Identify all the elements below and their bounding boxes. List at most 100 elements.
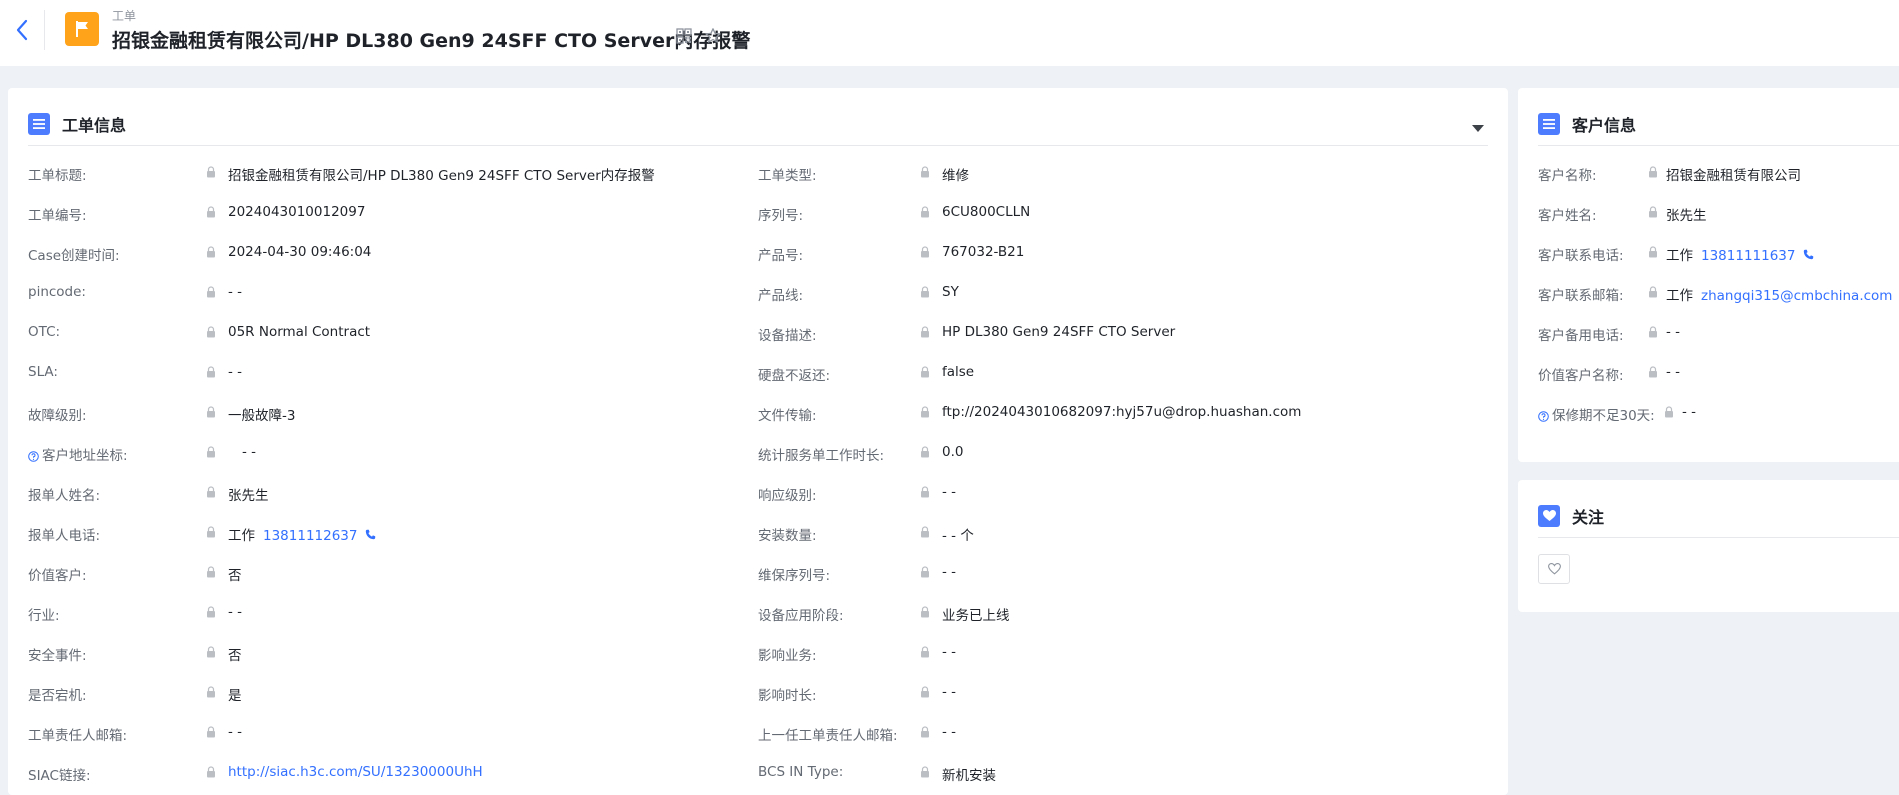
list-icon <box>1538 113 1560 135</box>
lock-icon <box>920 246 930 262</box>
lock-icon <box>920 286 930 302</box>
lock-icon <box>920 606 930 622</box>
info-field: Case创建时间: 2024-04-30 09:46:04 <box>28 243 728 264</box>
lock-icon <box>1648 166 1658 182</box>
lock-icon <box>920 646 930 662</box>
field-value-text: 2024043010012097 <box>228 204 366 220</box>
phone-type-label: 工作 <box>1666 288 1693 304</box>
field-label-text: 是否宕机: <box>28 688 87 704</box>
field-value: - - <box>942 684 956 700</box>
field-value: - - <box>942 644 956 660</box>
field-label-text: 产品线: <box>758 288 804 304</box>
help-circle-icon[interactable] <box>28 450 39 466</box>
card-divider <box>1538 537 1899 538</box>
field-label-text: pincode: <box>28 284 86 300</box>
field-label: SIAC链接: <box>28 764 91 784</box>
field-label-text: 序列号: <box>758 208 804 224</box>
field-value: 767032-B21 <box>942 244 1024 260</box>
card-title: 工单信息 <box>62 116 127 135</box>
field-label-text: 工单标题: <box>28 168 87 184</box>
field-label-text: 客户联系邮箱: <box>1538 288 1624 304</box>
lock-icon <box>1648 326 1658 342</box>
field-label: pincode: <box>28 284 86 300</box>
field-label-text: OTC: <box>28 324 61 340</box>
field-value[interactable]: 工作 13811111637 <box>1666 244 1814 264</box>
info-field: 硬盘不返还: false <box>758 363 1478 384</box>
field-label-text: 维保序列号: <box>758 568 831 584</box>
customer-info-header: 客户信息 <box>1538 110 1636 138</box>
field-link[interactable]: http://siac.h3c.com/SU/13230000UhH <box>228 764 483 780</box>
field-label: 行业: <box>28 604 60 624</box>
field-label-text: 安全事件: <box>28 648 87 664</box>
field-value-text: 否 <box>228 568 242 584</box>
field-label: 产品线: <box>758 284 803 304</box>
field-label: BCS IN Type: <box>758 764 843 780</box>
phone-icon[interactable] <box>365 528 376 544</box>
card-title: 客户信息 <box>1572 116 1637 135</box>
follow-card: 关注 <box>1518 480 1899 612</box>
field-label: 是否宕机: <box>28 684 87 704</box>
field-label-text: 客户备用电话: <box>1538 328 1624 344</box>
star-icon[interactable] <box>704 27 722 49</box>
field-value: - - <box>942 484 956 500</box>
field-label: 客户地址坐标: <box>28 444 128 466</box>
lock-icon <box>920 166 930 182</box>
help-circle-icon[interactable] <box>1538 410 1549 426</box>
field-label: 客户备用电话: <box>1538 324 1624 344</box>
info-field: 工单标题: 招银金融租赁有限公司/HP DL380 Gen9 24SFF CTO … <box>28 163 728 184</box>
lock-icon <box>206 726 216 742</box>
info-field: 序列号: 6CU800CLLN <box>758 203 1478 224</box>
field-value: false <box>942 364 974 380</box>
field-label-text: 影响业务: <box>758 648 817 664</box>
follow-button[interactable] <box>1538 554 1570 584</box>
field-value-text: 张先生 <box>228 488 269 504</box>
lock-icon <box>206 366 216 382</box>
lock-icon <box>920 326 930 342</box>
field-value-text: - - <box>228 724 243 740</box>
lock-icon <box>206 566 216 582</box>
info-field: 安装数量: - - 个 <box>758 523 1478 544</box>
info-field: 报单人姓名: 张先生 <box>28 483 728 504</box>
field-link[interactable]: zhangqi315@cmbchina.com <box>1701 288 1892 304</box>
field-label-text: 报单人姓名: <box>28 488 101 504</box>
field-label: 客户姓名: <box>1538 204 1597 224</box>
field-label: 价值客户: <box>28 564 87 584</box>
field-link[interactable]: 13811111637 <box>1701 248 1795 264</box>
phone-icon[interactable] <box>1803 248 1814 264</box>
field-value[interactable]: 工作 zhangqi315@cmbchina.com <box>1666 284 1892 304</box>
field-label: 安装数量: <box>758 524 817 544</box>
info-field: OTC: 05R Normal Contract <box>28 323 728 343</box>
field-value-text: - - 个 <box>942 528 974 544</box>
info-field: 客户名称: 招银金融租赁有限公司 <box>1538 163 1899 184</box>
field-value: 否 <box>228 644 242 664</box>
field-value-text: - - <box>942 724 957 740</box>
field-label-text: 客户联系电话: <box>1538 248 1624 264</box>
field-value[interactable]: 工作 13811112637 <box>228 524 376 544</box>
lock-icon <box>920 486 930 502</box>
field-value-text: 767032-B21 <box>942 244 1025 260</box>
lock-icon <box>206 206 216 222</box>
field-value-text: - - <box>942 684 957 700</box>
field-value-text: 一般故障-3 <box>228 408 296 424</box>
card-divider <box>1538 145 1899 146</box>
field-link[interactable]: 13811112637 <box>263 528 357 544</box>
field-value-text: 2024-04-30 09:46:04 <box>228 244 372 260</box>
lock-icon <box>206 606 216 622</box>
collapse-button[interactable] <box>1472 118 1484 137</box>
info-field: 响应级别: - - <box>758 483 1478 504</box>
list-icon <box>28 113 50 135</box>
field-value: 是 <box>228 684 242 704</box>
info-field: 价值客户: 否 <box>28 563 728 584</box>
field-label-text: 价值客户名称: <box>1538 368 1624 384</box>
field-value-text: 新机安装 <box>942 768 996 784</box>
lock-icon <box>206 646 216 662</box>
field-value[interactable]: http://siac.h3c.com/SU/13230000UhH <box>228 764 483 780</box>
field-label-text: 报单人电话: <box>28 528 101 544</box>
field-value: 0.0 <box>942 444 963 460</box>
field-label: 客户联系邮箱: <box>1538 284 1624 304</box>
field-value-text: - - <box>1682 404 1697 420</box>
field-value-text: - - <box>242 444 257 460</box>
qrcode-icon[interactable] <box>676 28 692 48</box>
field-value-text: 业务已上线 <box>942 608 1010 624</box>
back-button[interactable] <box>8 14 36 46</box>
